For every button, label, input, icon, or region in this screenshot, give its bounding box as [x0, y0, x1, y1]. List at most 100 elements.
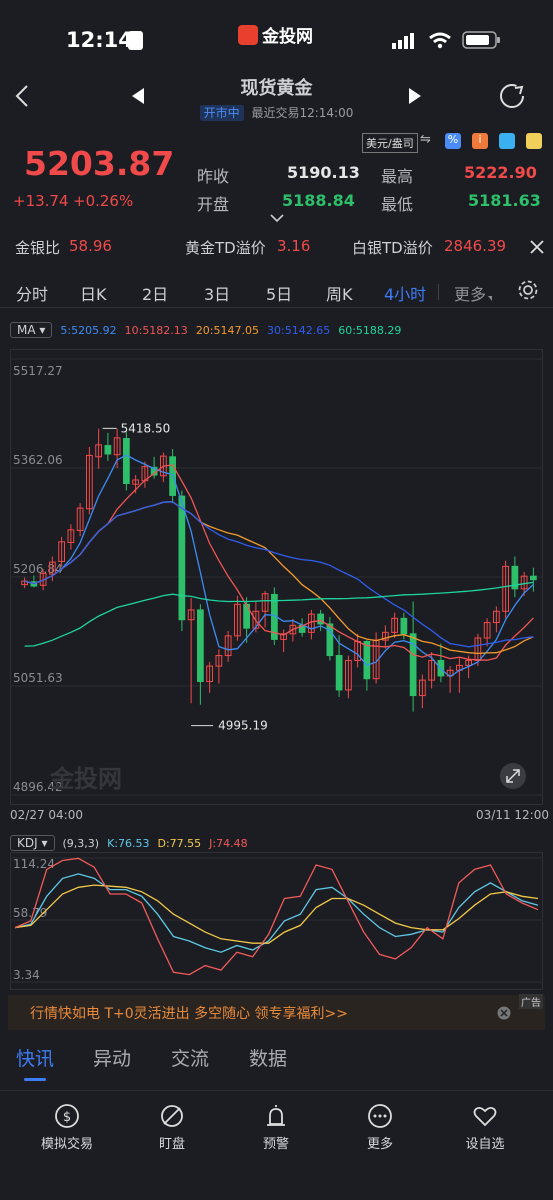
tab-more[interactable]: 更多	[454, 281, 486, 305]
open-label: 开盘	[197, 195, 230, 214]
fullscreen-icon[interactable]	[500, 763, 526, 789]
ma-indicator-button[interactable]: MA ▾	[10, 322, 53, 338]
ma60-value: 60:5188.29	[338, 323, 402, 337]
gold-silver-label: 金银比	[15, 239, 61, 257]
unit-toggle[interactable]: 美元/盎司	[362, 133, 418, 153]
swap-icon[interactable]: ⇋	[420, 132, 431, 147]
app-brand: 金投网	[238, 22, 313, 47]
svg-text:$: $	[63, 1110, 71, 1125]
ma20-value: 20:5147.05	[195, 323, 260, 337]
expand-chevron-icon[interactable]	[270, 213, 284, 223]
kdj-chart[interactable]: 114.2458.793.34	[10, 852, 543, 990]
nav-sim-trade-label: 模拟交易	[40, 1137, 93, 1152]
kdj-d-value: D:77.55	[157, 836, 202, 850]
ad-banner[interactable]: 行情快如电 T+0灵活进出 多空随心 领专享福利>> 广告	[8, 994, 545, 1030]
next-instrument-icon[interactable]	[407, 87, 423, 105]
ma-line	[24, 581, 534, 647]
ma-legend: MA ▾ 5:5205.92 10:5182.13 20:5147.05 30:…	[10, 322, 401, 338]
tab-flash-news[interactable]: 快讯	[16, 1044, 54, 1071]
ma5-value: 5:5205.92	[60, 323, 117, 337]
ad-close-icon[interactable]	[497, 1006, 511, 1020]
battery-icon	[462, 31, 500, 49]
kdj-frame	[10, 852, 543, 990]
tab-weekly[interactable]: 周K	[326, 281, 353, 305]
tab-intraday[interactable]: 分时	[16, 281, 48, 305]
nav-watch[interactable]: 盯盘	[132, 1103, 212, 1152]
clock: 12:14	[66, 28, 133, 52]
low-value: 5181.63	[468, 191, 541, 210]
nav-add-watchlist[interactable]: 设自选	[445, 1103, 525, 1152]
candle-body	[363, 640, 371, 680]
tab-divider	[438, 284, 439, 300]
market-status-badge: 开市中	[199, 105, 244, 121]
candlestick-chart[interactable]: 5517.275362.065206.845051.634896.42金投网54…	[10, 349, 543, 805]
last-price: 5203.87	[24, 144, 175, 183]
y-tick-label: 5362.06	[13, 453, 63, 467]
low-annotation: 4995.19	[218, 719, 268, 733]
close-icon[interactable]	[529, 239, 545, 255]
kdj-line	[14, 857, 539, 976]
percent-icon[interactable]: %	[445, 133, 461, 149]
candle-body	[197, 609, 204, 683]
tab-daily[interactable]: 日K	[80, 281, 107, 305]
last-trade-time: 最近交易12:14:00	[251, 106, 354, 120]
brand-logo-icon	[238, 24, 258, 45]
tab-data[interactable]: 数据	[249, 1044, 287, 1071]
more-caret-icon[interactable]	[488, 296, 492, 301]
bottom-nav: $ 模拟交易 盯盘 预警 更多 设自选	[0, 1090, 553, 1200]
nav-more[interactable]: 更多	[340, 1103, 420, 1152]
market-status-row: 开市中 最近交易12:14:00	[0, 104, 553, 121]
wifi-icon	[429, 32, 451, 49]
candle-body	[530, 575, 537, 581]
kdj-indicator-button[interactable]: KDJ ▾	[10, 835, 55, 851]
gold-td-label: 黄金TD溢价	[185, 239, 266, 257]
status-bar: 12:14 金投网	[0, 0, 553, 80]
y-tick-label: 5051.63	[13, 671, 63, 685]
nav-alert[interactable]: 预警	[236, 1103, 316, 1152]
candle-body	[400, 617, 408, 635]
tab-3day[interactable]: 3日	[204, 281, 230, 305]
high-annotation: 5418.50	[121, 421, 171, 435]
settings-icon[interactable]	[517, 279, 539, 301]
sim-trade-icon: $	[55, 1104, 79, 1128]
gold-td-value: 3.16	[277, 237, 311, 255]
ma-line	[24, 501, 534, 655]
kdj-j-value: J:74.48	[209, 836, 248, 850]
ma-line	[24, 501, 534, 648]
nav-watch-label: 盯盘	[158, 1137, 185, 1152]
tab-5day[interactable]: 5日	[266, 281, 292, 305]
more-icon	[368, 1104, 392, 1128]
tab-4hour[interactable]: 4小时	[384, 281, 426, 305]
nav-more-label: 更多	[366, 1137, 393, 1152]
y-tick-label: 5517.27	[13, 364, 63, 378]
candle-body	[123, 438, 130, 484]
open-value: 5188.84	[282, 191, 355, 210]
x-axis-start-label: 02/27 04:00	[10, 808, 83, 822]
note-icon[interactable]	[526, 133, 542, 149]
nav-alert-label: 预警	[262, 1137, 289, 1152]
ma-line	[24, 454, 534, 678]
alarm-icon	[267, 1105, 285, 1126]
low-label: 最低	[381, 195, 414, 214]
price-change: +13.74	[13, 192, 69, 210]
kdj-y-tick-label: 58.79	[13, 906, 47, 920]
prev-close-value: 5190.13	[287, 163, 360, 182]
kdj-legend: KDJ ▾ (9,3,3) K:76.53 D:77.55 J:74.48	[10, 835, 248, 851]
candle-body	[178, 495, 186, 621]
high-label: 最高	[381, 167, 414, 186]
tab-2day[interactable]: 2日	[142, 281, 168, 305]
silver-td-label: 白银TD溢价	[352, 239, 433, 257]
signal-icon	[392, 33, 414, 49]
gold-silver-value: 58.96	[69, 237, 112, 255]
nav-sim-trade[interactable]: $ 模拟交易	[27, 1103, 107, 1152]
watermark: 金投网	[49, 765, 122, 793]
tab-movers[interactable]: 异动	[93, 1044, 131, 1071]
heart-add-icon	[473, 1106, 497, 1127]
app-icon[interactable]	[499, 133, 515, 149]
ad-text[interactable]: 行情快如电 T+0灵活进出 多空随心 领专享福利>>	[30, 1003, 348, 1023]
silver-td-value: 2846.39	[444, 237, 507, 255]
nav-add-watchlist-label: 设自选	[465, 1137, 505, 1152]
tab-discussion[interactable]: 交流	[171, 1044, 209, 1071]
x-axis-end-label: 03/11 12:00	[476, 808, 549, 822]
info-icon[interactable]: i	[472, 133, 488, 149]
